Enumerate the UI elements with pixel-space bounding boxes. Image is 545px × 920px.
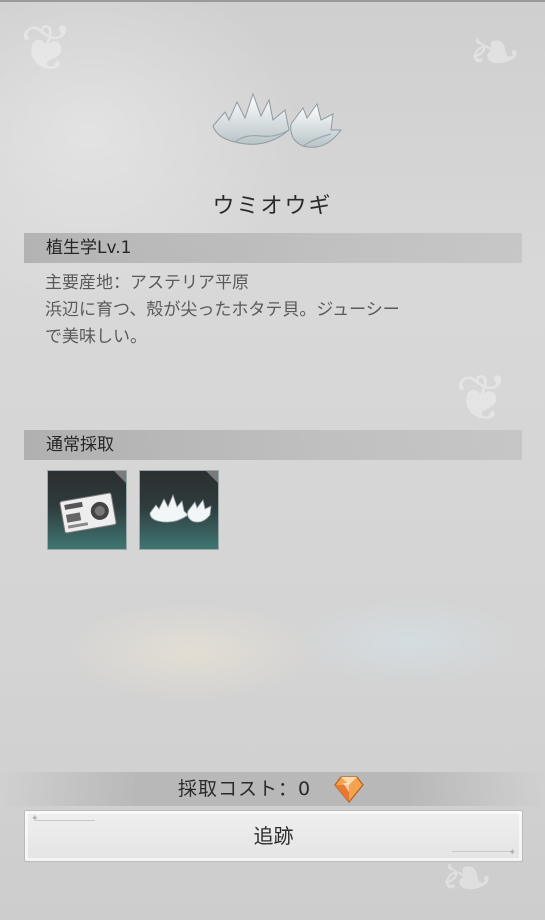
- button-deco-line: [452, 851, 512, 852]
- gathering-item-slot[interactable]: [139, 470, 219, 550]
- gathering-cost-label: 採取コスト：0: [178, 778, 312, 800]
- flourish-ornament-icon: ❦: [20, 12, 74, 86]
- gathering-item-slot[interactable]: [47, 470, 127, 550]
- sparkle-icon: ✦: [508, 848, 516, 858]
- description-line: 浜辺に育つ、殻が尖ったホタテ貝。ジューシー: [45, 300, 400, 320]
- item-description: 主要産地：アステリア平原 浜辺に育つ、殻が尖ったホタテ貝。ジューシー で美味しい…: [45, 270, 525, 351]
- item-detail-panel: ❦ ❧ ❦ ❧ ウミオウギ 植生学Lv.1 主要産地：アステリア平原 浜辺に育つ…: [0, 0, 545, 920]
- track-button-label: 追跡: [253, 824, 294, 848]
- orange-crystal-icon: [334, 776, 364, 803]
- description-line: で美味しい。: [45, 327, 147, 347]
- skill-level-header: 植生学Lv.1: [24, 233, 522, 263]
- track-button[interactable]: ✦ ✦ 追跡: [24, 810, 523, 862]
- slot-corner-marker: [206, 471, 218, 483]
- item-name: ウミオウギ: [212, 194, 333, 219]
- description-line: 主要産地：アステリア平原: [45, 273, 249, 293]
- gathering-type-header: 通常採取: [24, 430, 522, 460]
- slot-corner-marker: [114, 471, 126, 483]
- button-deco-line: [35, 820, 95, 821]
- flourish-ornament-icon: ❦: [455, 362, 509, 436]
- white-scallop-shell-icon: [212, 92, 342, 148]
- gathering-cost-bar: 採取コスト：0: [0, 772, 545, 806]
- flourish-ornament-icon: ❧: [468, 16, 522, 90]
- sparkle-icon: ✦: [31, 814, 39, 824]
